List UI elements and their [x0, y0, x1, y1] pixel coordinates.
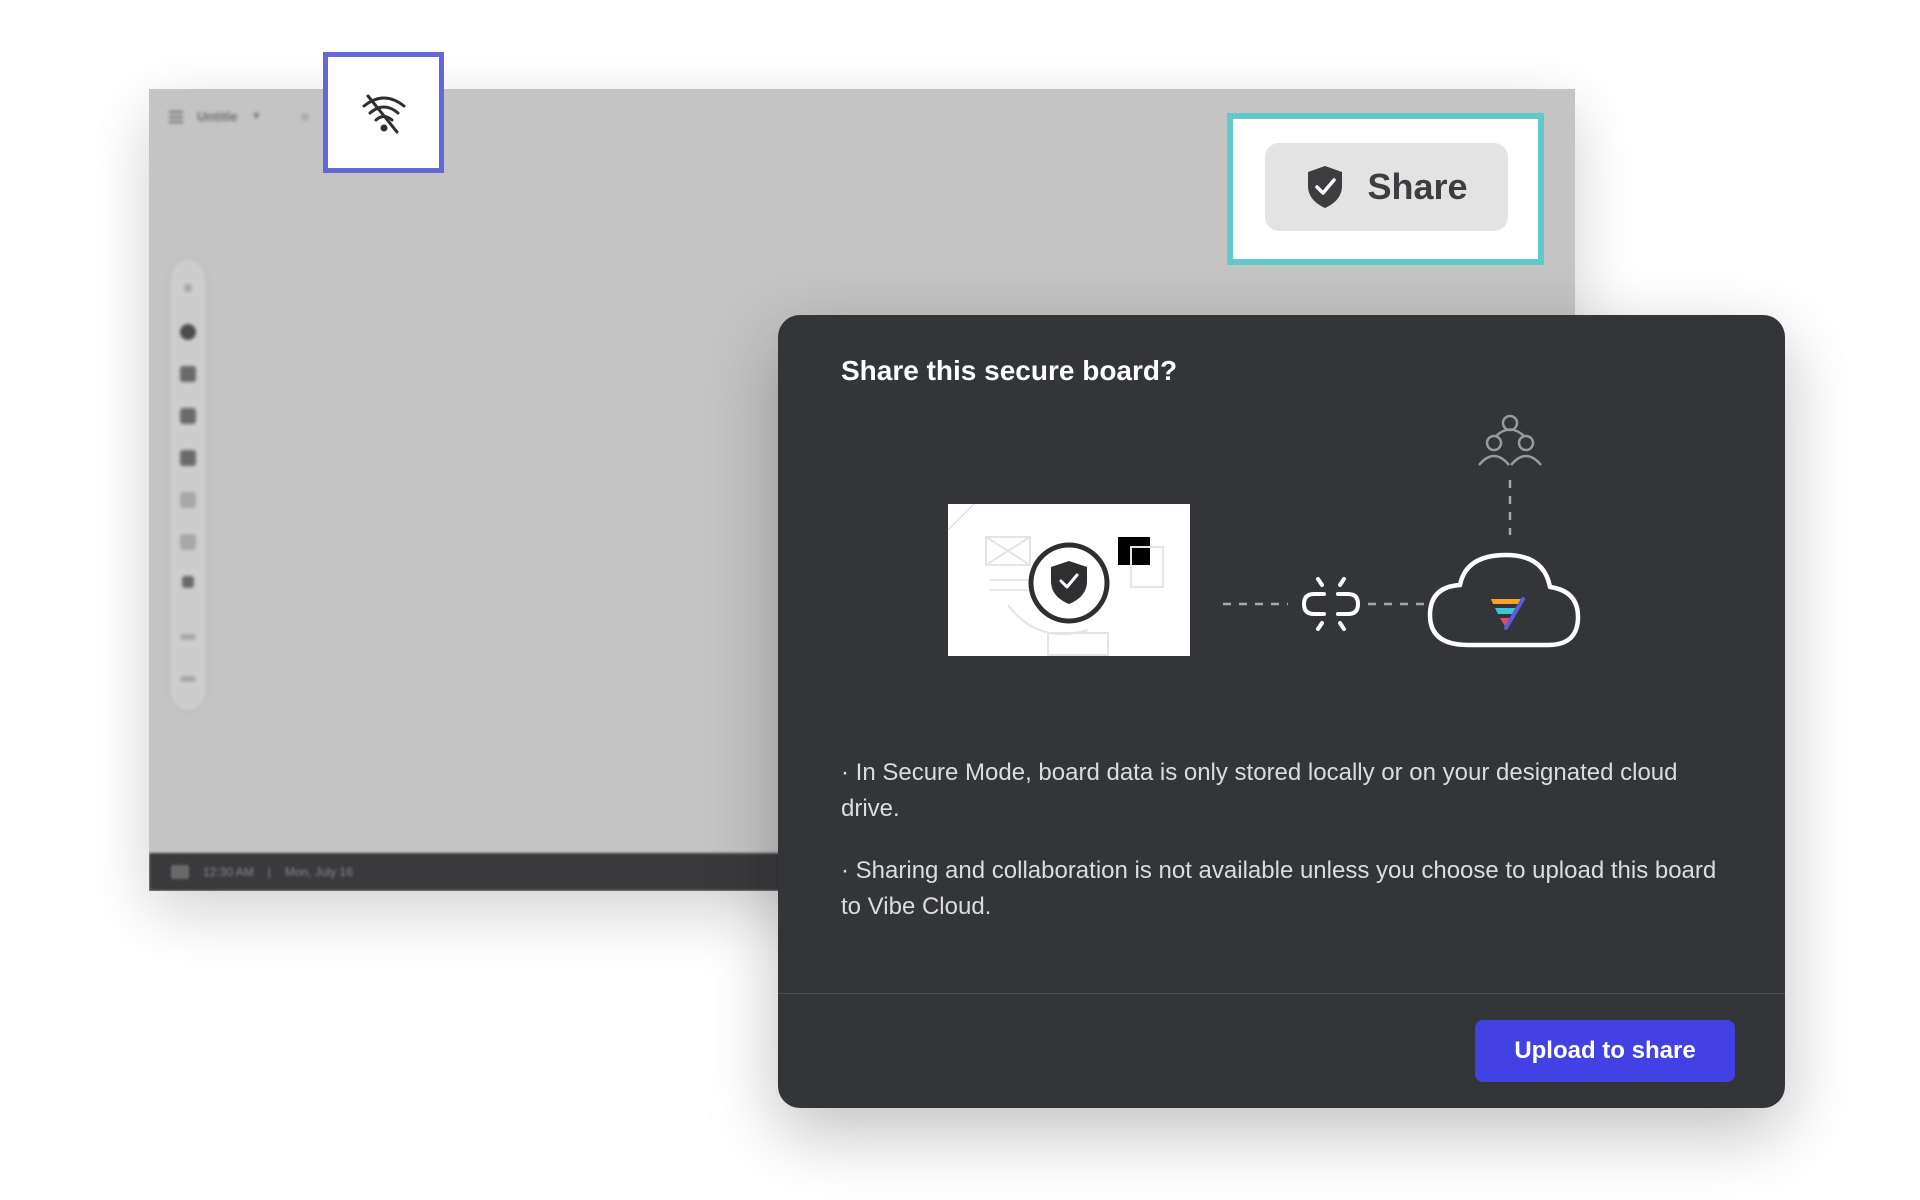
- eraser-icon: [180, 450, 196, 466]
- bullet-secure-mode: · In Secure Mode, board data is only sto…: [841, 759, 1678, 822]
- add-icon: [182, 576, 194, 588]
- lasso-icon: [180, 492, 196, 508]
- status-time: 12:30 AM: [203, 865, 254, 879]
- broken-link-icon: [1301, 577, 1361, 631]
- left-toolbar: [171, 260, 205, 710]
- offline-indicator-highlight: [323, 52, 444, 173]
- redo-icon: [180, 676, 196, 682]
- status-dot-icon: [301, 112, 310, 121]
- share-button[interactable]: Share: [1265, 143, 1508, 231]
- no-wifi-icon: [362, 94, 405, 133]
- collapse-icon: [184, 284, 192, 292]
- collaborators-icon: [1478, 414, 1542, 466]
- share-illustration: [947, 414, 1581, 656]
- secure-board-document-icon: [947, 503, 1190, 656]
- vibe-cloud-icon: [1427, 552, 1581, 648]
- color-dot-icon: [180, 324, 196, 340]
- frame-icon: [180, 534, 196, 550]
- menu-icon: [169, 110, 183, 123]
- share-button-highlight: Share: [1227, 113, 1544, 265]
- app-topbar: Untitle ▼: [169, 109, 310, 124]
- dialog-description: · In Secure Mode, board data is only sto…: [841, 755, 1721, 951]
- bullet-sharing-unavailable: · Sharing and collaboration is not avail…: [841, 857, 1717, 920]
- board-title: Untitle: [197, 109, 238, 124]
- pen-icon: [180, 366, 196, 382]
- chevron-down-icon: ▼: [251, 111, 262, 122]
- highlighter-icon: [180, 408, 196, 424]
- dialog-divider: [778, 993, 1785, 994]
- share-button-label: Share: [1367, 166, 1468, 207]
- collapse-panel-icon: [171, 865, 189, 879]
- share-secure-board-dialog: Share this secure board? · In Secure Mod…: [778, 315, 1785, 1108]
- undo-icon: [180, 634, 196, 640]
- status-separator: |: [267, 865, 271, 879]
- upload-to-share-button[interactable]: Upload to share: [1475, 1020, 1735, 1082]
- status-date: Mon, July 16: [284, 865, 353, 879]
- shield-check-icon: [1308, 166, 1343, 208]
